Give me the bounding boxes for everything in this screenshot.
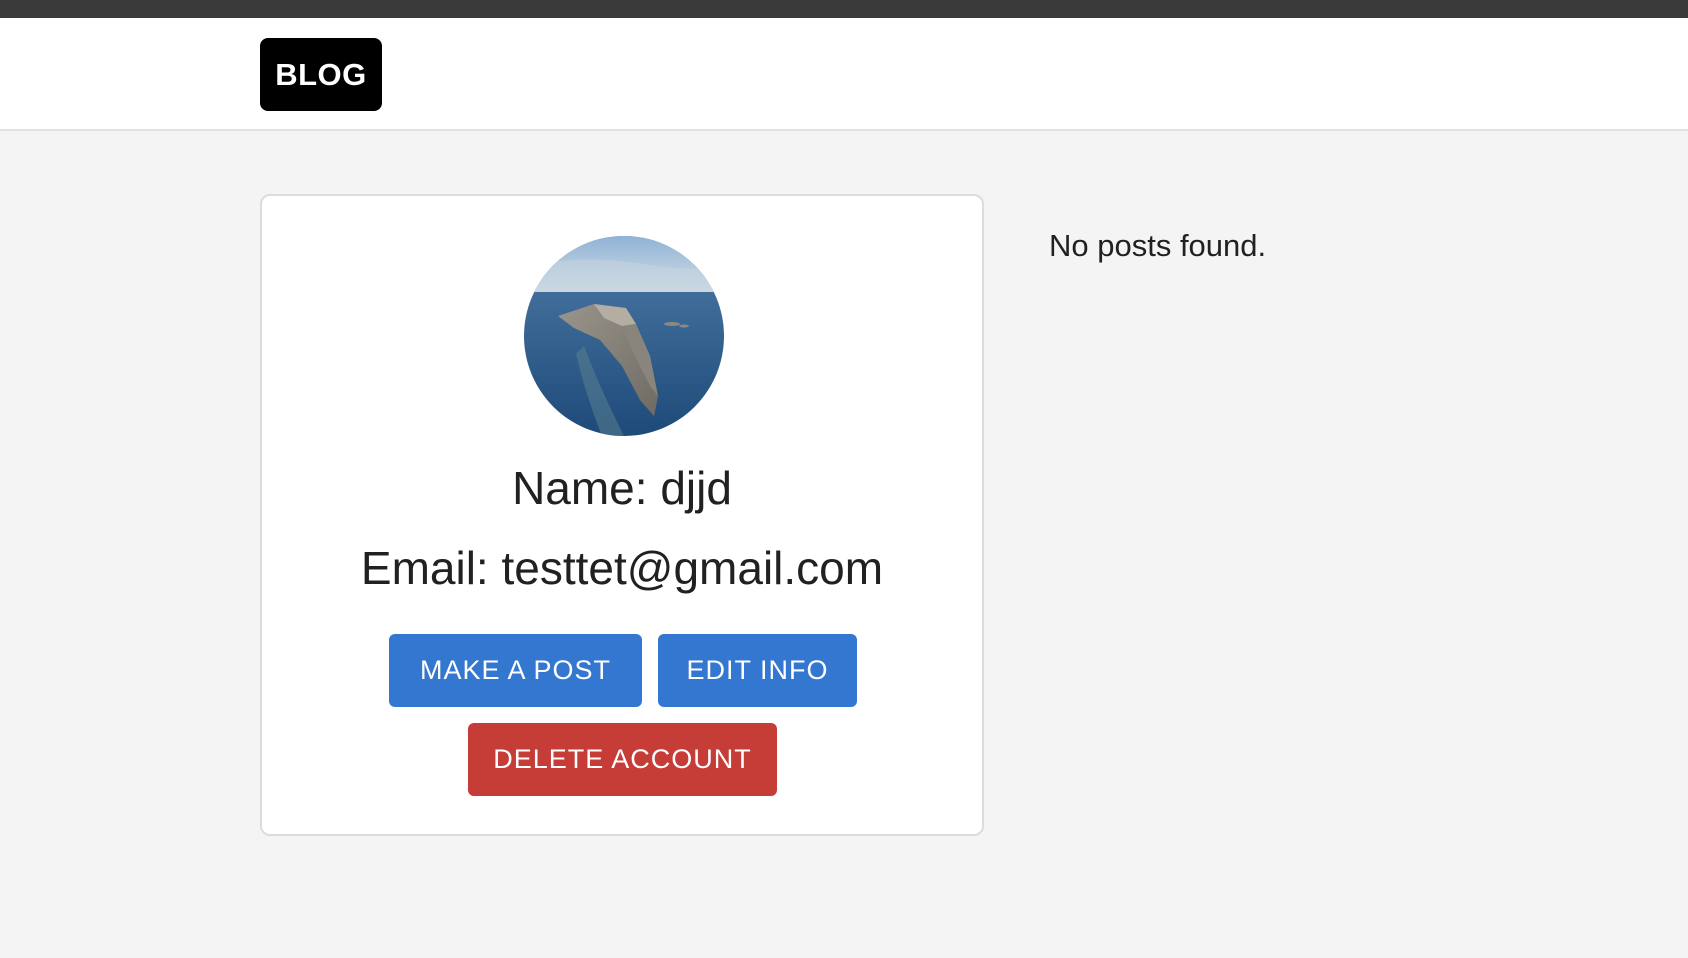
profile-email: Email: testtet@gmail.com: [360, 542, 884, 594]
blog-logo-button[interactable]: BLOG: [260, 38, 382, 111]
make-post-button[interactable]: MAKE A POST: [389, 634, 642, 707]
browser-top-bar: [0, 0, 1688, 18]
navbar: BLOG: [0, 18, 1688, 131]
avatar: [524, 236, 724, 436]
posts-empty-message: No posts found.: [1049, 228, 1267, 263]
delete-account-button[interactable]: DELETE ACCOUNT: [468, 723, 777, 796]
profile-name: Name: djjd: [512, 462, 732, 514]
profile-card: Name: djjd Email: testtet@gmail.com MAKE…: [260, 194, 984, 836]
edit-info-button[interactable]: EDIT INFO: [658, 634, 857, 707]
profile-photo-island: [524, 236, 724, 436]
